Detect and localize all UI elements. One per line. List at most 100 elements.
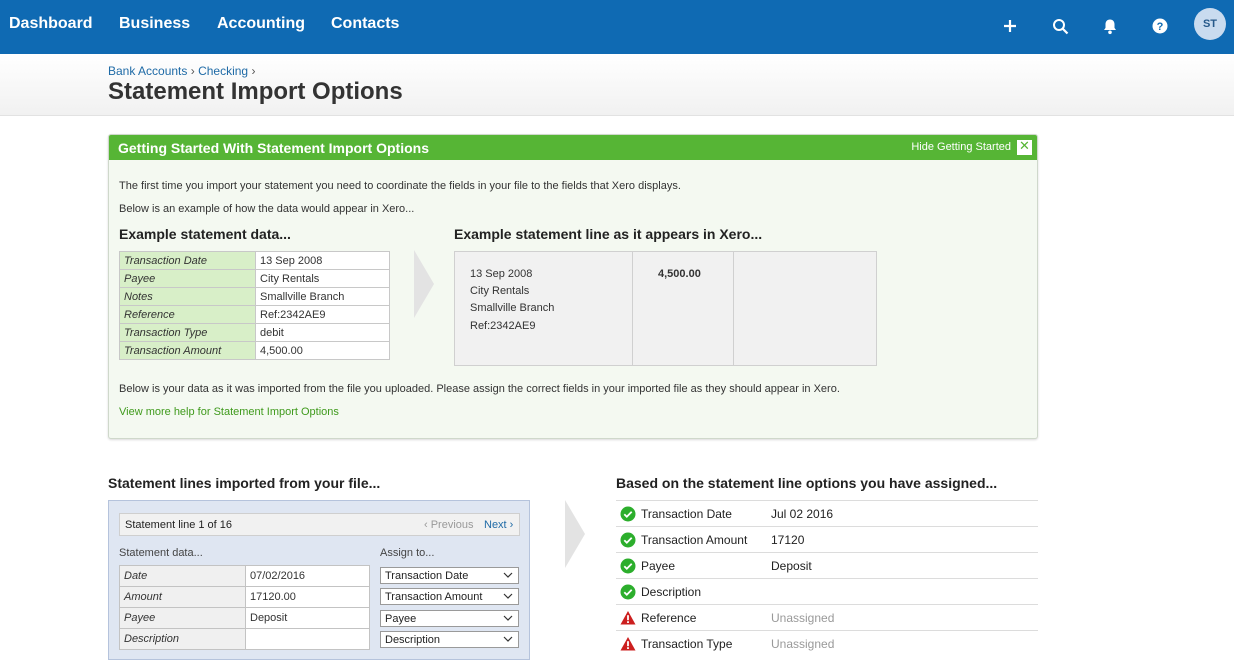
xero-example-heading: Example statement line as it appears in … [454,226,763,242]
assign-select[interactable]: Payee [380,610,519,627]
getting-started-panel: Getting Started With Statement Import Op… [108,134,1038,439]
arrow-right-icon [414,250,434,318]
example-data-table: Transaction Date 13 Sep 2008 Payee City Re… [119,251,390,360]
hide-getting-started-link[interactable]: Hide Getting Started [911,141,1011,153]
avatar[interactable]: ST [1194,8,1226,40]
breadcrumb-separator: › [251,64,256,78]
statement-data-column-head: Statement data... [119,547,203,559]
check-circle-icon [620,506,636,522]
breadcrumb-bank-accounts[interactable]: Bank Accounts [108,64,187,78]
intro-text: The first time you import your statement… [119,180,681,192]
plus-icon[interactable] [999,15,1021,37]
chevron-down-icon [503,636,513,642]
nav-contacts[interactable]: Contacts [331,15,399,33]
chevron-down-icon [503,593,513,599]
list-item: Transaction Type Unassigned [616,630,1038,656]
top-nav: Dashboard Business Accounting Contacts ?… [0,0,1234,54]
assigned-label: Transaction Amount [641,533,748,547]
field-value: Ref:2342AE9 [255,305,390,324]
page-header: Bank Accounts › Checking › Statement Imp… [0,54,1234,116]
field-label: Reference [119,305,256,324]
help-icon[interactable]: ? [1149,15,1171,37]
field-value: 07/02/2016 [245,565,370,587]
field-label: Amount [119,586,246,608]
assign-to-column-head: Assign to... [380,547,435,559]
breadcrumb-checking[interactable]: Checking [198,64,248,78]
search-icon[interactable] [1049,15,1071,37]
assign-select[interactable]: Description [380,631,519,648]
field-value: 17120.00 [245,586,370,608]
previous-link[interactable]: ‹ Previous [424,519,474,531]
next-link[interactable]: Next › [484,519,513,531]
field-label: Payee [119,607,246,629]
assigned-heading: Based on the statement line options you … [616,475,998,491]
assigned-value: Unassigned [771,637,835,651]
assigned-value: Unassigned [771,611,835,625]
intro-example-text: Below is an example of how the data woul… [119,203,415,215]
field-value: City Rentals [255,269,390,288]
table-row: Payee Deposit [119,607,370,629]
breadcrumb-separator: › [190,64,195,78]
nav-dashboard[interactable]: Dashboard [9,15,93,33]
field-value: Deposit [245,607,370,629]
table-row: Transaction Date 13 Sep 2008 [119,251,390,270]
imported-data-table: Date 07/02/2016 Amount 17120.00 Payee Depos… [119,565,370,650]
table-row: Notes Smallville Branch [119,287,390,306]
assign-select[interactable]: Transaction Date [380,567,519,584]
svg-text:?: ? [1157,21,1164,33]
close-icon[interactable]: ✕ [1017,140,1032,155]
assigned-label: Transaction Date [641,507,732,521]
assigned-value: Jul 02 2016 [771,507,834,521]
assign-select-value: Transaction Amount [385,591,483,603]
field-label: Transaction Date [119,251,256,270]
example-data-heading: Example statement data... [119,226,291,242]
warning-icon [620,611,636,625]
list-item: Description [616,578,1038,604]
assign-select[interactable]: Transaction Amount [380,588,519,605]
assigned-label: Description [641,585,702,599]
assigned-label: Reference [641,611,697,625]
field-label: Notes [119,287,256,306]
list-item: Transaction Amount 17120 [616,526,1038,552]
xero-amount: 4,500.00 [658,268,701,280]
field-label: Description [119,628,246,650]
breadcrumb: Bank Accounts › Checking › [108,64,255,78]
nav-business[interactable]: Business [119,15,190,33]
field-label: Payee [119,269,256,288]
chevron-down-icon [503,572,513,578]
table-row: Amount 17120.00 [119,586,370,608]
list-item: Reference Unassigned [616,604,1038,630]
field-label: Transaction Amount [119,341,256,360]
statement-pager: Statement line 1 of 16 ‹ Previous Next › [119,513,520,536]
chevron-down-icon [503,615,513,621]
xero-line: City Rentals [470,285,530,297]
xero-line: Smallville Branch [470,302,555,314]
field-value: 4,500.00 [255,341,390,360]
outro-text: Below is your data as it was imported fr… [119,383,840,395]
field-value: 13 Sep 2008 [255,251,390,270]
assign-select-value: Payee [385,613,417,625]
nav-accounting[interactable]: Accounting [217,15,305,33]
table-row: Transaction Amount 4,500.00 [119,341,390,360]
table-row: Description [119,628,370,650]
assigned-label: Payee [641,559,676,573]
help-link[interactable]: View more help for Statement Import Opti… [119,406,339,418]
table-row: Payee City Rentals [119,269,390,288]
check-circle-icon [620,532,636,548]
imported-heading: Statement lines imported from your file.… [108,475,381,491]
arrow-right-icon [565,500,585,568]
bell-icon[interactable] [1099,15,1121,37]
assign-select-value: Description [385,634,441,646]
check-circle-icon [620,558,636,574]
list-item: Transaction Date Jul 02 2016 [616,500,1038,526]
table-row: Reference Ref:2342AE9 [119,305,390,324]
xero-example-box: 13 Sep 2008 City Rentals Smallville Bran… [454,251,877,366]
xero-line: Ref:2342AE9 [470,320,536,332]
xero-line: 13 Sep 2008 [470,268,533,280]
assigned-label: Transaction Type [641,637,733,651]
page-title: Statement Import Options [108,78,403,105]
assign-select-value: Transaction Date [385,570,469,582]
imported-panel: Statement line 1 of 16 ‹ Previous Next ›… [108,500,530,660]
table-row: Date 07/02/2016 [119,565,370,587]
field-value [245,628,370,650]
